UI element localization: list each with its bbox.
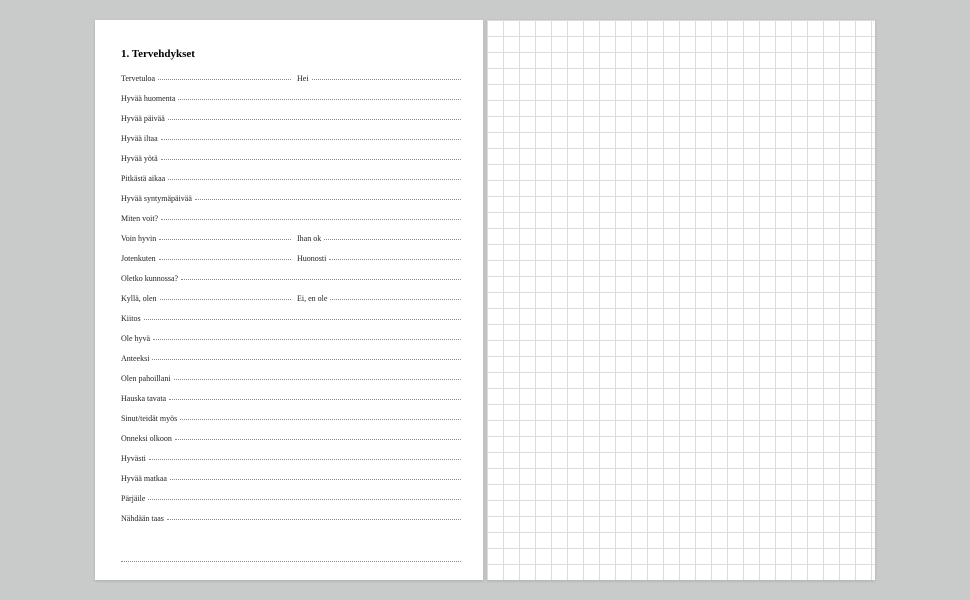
vocab-word: Hyvää päivää (121, 114, 168, 123)
vocab-word: Hyvästi (121, 454, 149, 463)
vocab-word: Voin hyvin (121, 234, 159, 243)
fill-line (175, 439, 461, 440)
fill-line (152, 359, 461, 360)
right-page-grid (487, 20, 875, 580)
fill-line (312, 79, 461, 80)
fill-line (167, 519, 461, 520)
page-spread: 1. Tervehdykset Tervetuloa Hei Hyvää huome… (95, 20, 875, 580)
fill-line (153, 339, 461, 340)
vocab-half-left: Kyllä, olen (121, 294, 291, 303)
vocab-half-right: Huonosti (291, 254, 461, 263)
vocab-row: Hyvästi (121, 454, 461, 474)
fill-line (161, 139, 461, 140)
vocab-row: Sinut/teidät myös (121, 414, 461, 434)
blank-line (121, 542, 461, 562)
vocab-word: Anteeksi (121, 354, 152, 363)
fill-line (160, 299, 291, 300)
vocab-word: Onneksi olkoon (121, 434, 175, 443)
vocab-word: Tervetuloa (121, 74, 158, 83)
vocabulary-list: Tervetuloa Hei Hyvää huomenta Hyvää päivää H… (121, 74, 461, 534)
vocab-word: Pärjäile (121, 494, 148, 503)
vocab-word: Sinut/teidät myös (121, 414, 180, 423)
vocab-row: Hauska tavata (121, 394, 461, 414)
vocab-row: Hyvää yötä (121, 154, 461, 174)
vocab-word: Ihan ok (291, 234, 324, 243)
vocab-row: Jotenkuten Huonosti (121, 254, 461, 274)
vocab-row: Kiitos (121, 314, 461, 334)
vocab-half-left: Voin hyvin (121, 234, 291, 243)
fill-line (178, 99, 461, 100)
vocab-word: Kiitos (121, 314, 144, 323)
fill-line (180, 419, 461, 420)
fill-line (161, 159, 461, 160)
vocab-row: Olen pahoillani (121, 374, 461, 394)
vocab-half-right: Ei, en ole (291, 294, 461, 303)
vocab-word: Hyvää huomenta (121, 94, 178, 103)
vocab-row: Oletko kunnossa? (121, 274, 461, 294)
vocab-row: Nähdään taas (121, 514, 461, 534)
vocab-row: Anteeksi (121, 354, 461, 374)
vocab-word: Hyvää yötä (121, 154, 161, 163)
vocab-word: Huonosti (291, 254, 329, 263)
vocab-row: Hyvää iltaa (121, 134, 461, 154)
fill-line (168, 119, 461, 120)
vocab-word: Ole hyvä (121, 334, 153, 343)
vocab-word: Hyvää iltaa (121, 134, 161, 143)
vocab-row: Hyvää syntymäpäivää (121, 194, 461, 214)
fill-line (148, 499, 461, 500)
fill-line (144, 319, 461, 320)
vocab-row: Onneksi olkoon (121, 434, 461, 454)
vocab-word: Olen pahoillani (121, 374, 174, 383)
vocab-word: Miten voit? (121, 214, 161, 223)
vocab-word: Hyvää syntymäpäivää (121, 194, 195, 203)
vocab-row: Miten voit? (121, 214, 461, 234)
vocab-word: Hyvää matkaa (121, 474, 170, 483)
fill-line (195, 199, 461, 200)
left-page: 1. Tervehdykset Tervetuloa Hei Hyvää huome… (95, 20, 483, 580)
vocab-row: Pitkästä aikaa (121, 174, 461, 194)
vocab-row: Tervetuloa Hei (121, 74, 461, 94)
vocab-row: Hyvää päivää (121, 114, 461, 134)
vocab-half-left: Tervetuloa (121, 74, 291, 83)
vocab-word: Hauska tavata (121, 394, 169, 403)
vocab-word: Oletko kunnossa? (121, 274, 181, 283)
fill-line (149, 459, 461, 460)
vocab-word: Jotenkuten (121, 254, 159, 263)
section-heading: 1. Tervehdykset (121, 48, 461, 60)
vocab-row: Pärjäile (121, 494, 461, 514)
fill-line (168, 179, 461, 180)
fill-line (324, 239, 461, 240)
fill-line (159, 259, 291, 260)
fill-line (181, 279, 461, 280)
vocab-row: Kyllä, olen Ei, en ole (121, 294, 461, 314)
vocab-half-right: Ihan ok (291, 234, 461, 243)
fill-line (170, 479, 461, 480)
vocab-word: Ei, en ole (291, 294, 330, 303)
fill-line (174, 379, 461, 380)
vocab-row: Hyvää huomenta (121, 94, 461, 114)
vocab-word: Hei (291, 74, 312, 83)
vocab-row: Ole hyvä (121, 334, 461, 354)
vocab-word: Pitkästä aikaa (121, 174, 168, 183)
vocab-word: Nähdään taas (121, 514, 167, 523)
vocab-half-left: Jotenkuten (121, 254, 291, 263)
vocab-half-right: Hei (291, 74, 461, 83)
fill-line (159, 239, 291, 240)
fill-line (330, 299, 461, 300)
fill-line (161, 219, 461, 220)
fill-line (158, 79, 291, 80)
fill-line (169, 399, 461, 400)
vocab-word: Kyllä, olen (121, 294, 160, 303)
fill-line (329, 259, 461, 260)
vocab-row: Voin hyvin Ihan ok (121, 234, 461, 254)
vocab-row: Hyvää matkaa (121, 474, 461, 494)
